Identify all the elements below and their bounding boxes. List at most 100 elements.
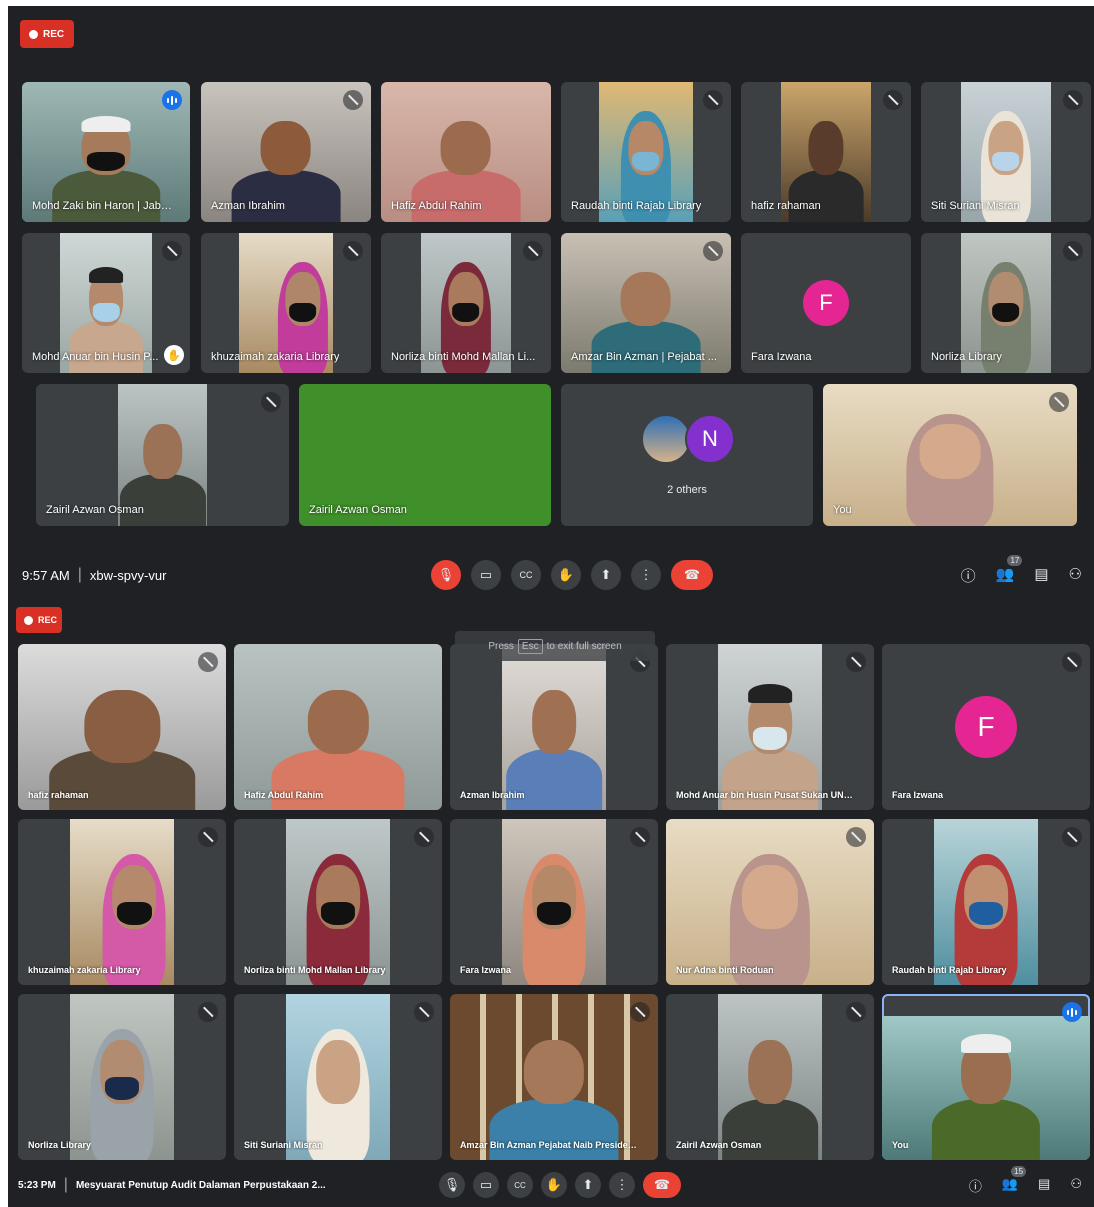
participant-tile[interactable]: ✋ Mohd Anuar bin Husin P... [22, 233, 190, 373]
participant-name: Fara Izwana [460, 965, 512, 975]
participant-name: Azman Ibrahim [211, 200, 285, 212]
participant-tile[interactable]: Mohd Anuar bin Husin Pusat Sukan UNISEL [666, 644, 874, 810]
participant-tile[interactable]: Norliza Library [921, 233, 1091, 373]
participant-tile[interactable]: Zairil Azwan Osman [666, 994, 874, 1160]
participant-tile[interactable]: F Fara Izwana [741, 233, 911, 373]
participant-name: Mohd Anuar bin Husin Pusat Sukan UNISEL [676, 790, 855, 800]
others-tile[interactable]: N 2 others [561, 384, 813, 526]
separator: | [63, 1176, 68, 1193]
more-icon: ⋮ [639, 567, 653, 582]
recording-label: REC [43, 28, 65, 40]
mic-off-icon [846, 1002, 866, 1022]
chat-button[interactable]: ▤ [1038, 1176, 1050, 1195]
participant-tile[interactable]: Norliza binti Mohd Mallan Li... [381, 233, 551, 373]
participant-name: khuzaimah zakaria Library [28, 965, 141, 975]
participant-name: khuzaimah zakaria Library [211, 351, 340, 363]
participant-tile[interactable]: khuzaimah zakaria Library [201, 233, 371, 373]
participant-name: Norliza Library [28, 1140, 92, 1150]
participant-tile[interactable]: Zairil Azwan Osman [299, 384, 551, 526]
mic-button[interactable]: 🎙 [431, 560, 461, 590]
present-button[interactable]: ⬆ [575, 1172, 601, 1198]
participant-name: Norliza binti Mohd Mallan Li... [391, 351, 536, 363]
more-icon: ⋮ [615, 1177, 629, 1192]
camera-button[interactable]: ▭ [473, 1172, 499, 1198]
participant-tile[interactable]: F Fara Izwana [882, 644, 1090, 810]
participant-avatar: F [803, 280, 849, 326]
present-icon: ⬆ [600, 567, 612, 582]
end-call-icon: ☎ [683, 567, 701, 582]
more-options-button[interactable]: ⋮ [631, 560, 661, 590]
participant-tile[interactable]: Siti Suriani Misran [921, 82, 1091, 222]
participant-tile[interactable]: khuzaimah zakaria Library [18, 819, 226, 985]
participant-name: Zairil Azwan Osman [309, 504, 407, 516]
participant-avatar: F [955, 696, 1017, 758]
participant-name: Norliza Library [931, 351, 1002, 363]
participant-tile[interactable]: Mohd Zaki bin Haron | Jabat... [22, 82, 190, 222]
participant-tile[interactable]: Norliza Library [18, 994, 226, 1160]
participant-tile[interactable]: You [823, 384, 1077, 526]
mic-button[interactable]: 🎙 [439, 1172, 465, 1198]
participant-tile[interactable]: hafiz rahaman [741, 82, 911, 222]
present-button[interactable]: ⬆ [591, 560, 621, 590]
toast-text-press: Press [488, 640, 514, 652]
participant-tile[interactable]: Norliza binti Mohd Mallan Library [234, 819, 442, 985]
people-icon: 👥 [995, 565, 1015, 583]
captions-button[interactable]: CC [507, 1172, 533, 1198]
chat-button[interactable]: ▤ [1034, 565, 1048, 586]
participant-tile[interactable]: Raudah binti Rajab Library [882, 819, 1090, 985]
activities-button[interactable]: ⚇ [1069, 565, 1082, 586]
activities-button[interactable]: ⚇ [1070, 1176, 1082, 1195]
call-controls: 🎙 ▭ CC ✋ ⬆ ⋮ ☎ [439, 1172, 681, 1198]
participant-count-badge: 15 [1011, 1165, 1027, 1177]
participant-tile[interactable]: Amzar Bin Azman Pejabat Naib Presiden &.… [450, 994, 658, 1160]
participant-tile[interactable]: Siti Suriani Misran [234, 994, 442, 1160]
participant-name: Zairil Azwan Osman [676, 1140, 762, 1150]
participant-tile[interactable]: hafiz rahaman [18, 644, 226, 810]
participant-tile[interactable]: Zairil Azwan Osman [36, 384, 289, 526]
end-call-button[interactable]: ☎ [643, 1172, 681, 1198]
participant-count-badge: 17 [1007, 554, 1023, 566]
participant-tile[interactable]: You [882, 994, 1090, 1160]
people-button[interactable]: 👥 17 [995, 554, 1023, 586]
meeting-time: 9:57 AM [22, 567, 70, 583]
participant-tile[interactable]: Hafiz Abdul Rahim [234, 644, 442, 810]
participant-tile[interactable]: Nur Adna binti Roduan [666, 819, 874, 985]
meeting-bottom-bar: 5:23 PM | Mesyuarat Penutup Audit Dalama… [8, 1163, 1094, 1207]
mic-off-icon [630, 827, 650, 847]
mic-off-icon [343, 90, 363, 110]
participant-tile[interactable]: Fara Izwana [450, 819, 658, 985]
hand-icon: ✋ [545, 1177, 563, 1192]
speaking-indicator-icon [1062, 1002, 1082, 1022]
participant-tile[interactable]: Hafiz Abdul Rahim [381, 82, 551, 222]
separator: | [77, 566, 82, 583]
participant-tile[interactable]: Raudah binti Rajab Library [561, 82, 731, 222]
participant-name: Zairil Azwan Osman [46, 504, 144, 516]
participant-tile[interactable]: Azman Ibrahim [201, 82, 371, 222]
participant-tile[interactable]: Azman Ibrahim [450, 644, 658, 810]
camera-button[interactable]: ▭ [471, 560, 501, 590]
raise-hand-button[interactable]: ✋ [541, 1172, 567, 1198]
participant-name: Hafiz Abdul Rahim [391, 200, 482, 212]
captions-icon: CC [514, 1180, 526, 1190]
end-call-button[interactable]: ☎ [671, 560, 713, 590]
people-button[interactable]: 👥 15 [1002, 1165, 1027, 1195]
participant-avatar: N [685, 414, 735, 464]
mic-off-icon [198, 1002, 218, 1022]
participant-name: Amzar Bin Azman Pejabat Naib Presiden &.… [460, 1140, 639, 1150]
more-options-button[interactable]: ⋮ [609, 1172, 635, 1198]
mic-off-icon [414, 1002, 434, 1022]
mic-off-icon [703, 90, 723, 110]
participant-name: Mohd Anuar bin Husin P... [32, 351, 159, 363]
mic-off-icon [343, 241, 363, 261]
participant-tile[interactable]: Amzar Bin Azman | Pejabat ... [561, 233, 731, 373]
raise-hand-button[interactable]: ✋ [551, 560, 581, 590]
mic-off-icon [703, 241, 723, 261]
side-panel-buttons: ⓘ 👥 17 ▤ ⚇ [961, 554, 1082, 586]
captions-button[interactable]: CC [511, 560, 541, 590]
fullscreen-toast: Press Esc to exit full screen [455, 631, 655, 661]
mic-off-icon [1049, 392, 1069, 412]
info-button[interactable]: ⓘ [969, 1176, 982, 1195]
mic-off-icon [1062, 652, 1082, 672]
mic-off-icon [162, 241, 182, 261]
info-button[interactable]: ⓘ [961, 565, 976, 586]
